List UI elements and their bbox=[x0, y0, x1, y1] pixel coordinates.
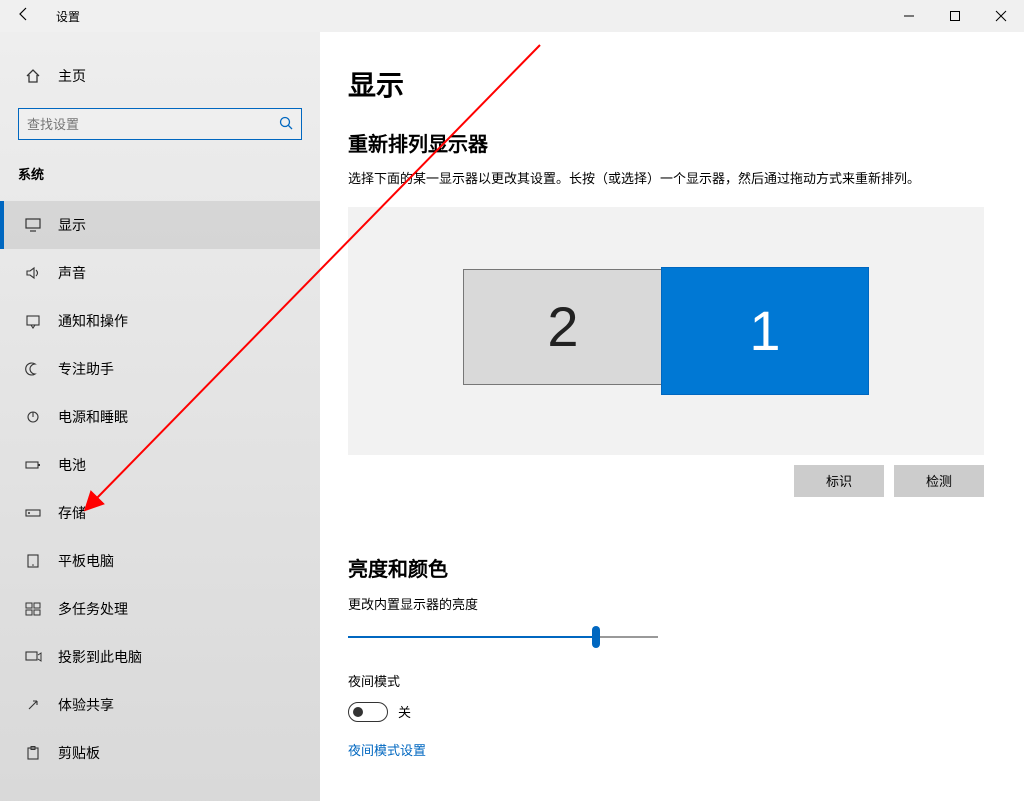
nav-item-label: 专注助手 bbox=[58, 359, 114, 379]
brightness-slider[interactable] bbox=[348, 625, 658, 649]
night-light-toggle-row: 关 bbox=[348, 702, 984, 722]
nav-item-label: 平板电脑 bbox=[58, 551, 114, 571]
search-container bbox=[18, 108, 302, 140]
tablet-icon bbox=[24, 554, 42, 568]
nav-item-sound[interactable]: 声音 bbox=[0, 249, 320, 297]
search-input[interactable] bbox=[27, 117, 279, 132]
night-light-settings-link[interactable]: 夜间模式设置 bbox=[348, 740, 426, 759]
nav-item-label: 电池 bbox=[58, 455, 86, 475]
titlebar: 设置 bbox=[0, 0, 1024, 32]
night-light-label: 夜间模式 bbox=[348, 671, 984, 690]
nav-item-notifications[interactable]: 通知和操作 bbox=[0, 297, 320, 345]
clipboard-icon bbox=[24, 746, 42, 760]
nav-list: 显示 声音 通知和操作 专注助手 电源和睡眠 电池 bbox=[0, 201, 320, 777]
display-buttons-row: 标识 检测 bbox=[348, 465, 984, 497]
search-icon bbox=[279, 116, 293, 133]
slider-thumb[interactable] bbox=[592, 626, 600, 648]
power-icon bbox=[24, 410, 42, 424]
close-button[interactable] bbox=[978, 0, 1024, 32]
sidebar-category: 系统 bbox=[0, 160, 320, 201]
share-icon bbox=[24, 698, 42, 712]
nav-item-display[interactable]: 显示 bbox=[0, 201, 320, 249]
nav-item-battery[interactable]: 电池 bbox=[0, 441, 320, 489]
page-title: 显示 bbox=[348, 64, 984, 104]
maximize-button[interactable] bbox=[932, 0, 978, 32]
monitor-1[interactable]: 1 bbox=[661, 267, 869, 395]
window-title: 设置 bbox=[48, 8, 886, 25]
night-light-toggle[interactable] bbox=[348, 702, 388, 722]
nav-item-multitasking[interactable]: 多任务处理 bbox=[0, 585, 320, 633]
content-area: 显示 重新排列显示器 选择下面的某一显示器以更改其设置。长按（或选择）一个显示器… bbox=[320, 32, 1024, 801]
nav-item-power-sleep[interactable]: 电源和睡眠 bbox=[0, 393, 320, 441]
nav-item-label: 显示 bbox=[58, 215, 86, 235]
nav-item-label: 体验共享 bbox=[58, 695, 114, 715]
identify-button[interactable]: 标识 bbox=[794, 465, 884, 497]
back-button[interactable] bbox=[0, 6, 48, 27]
multitask-icon bbox=[24, 602, 42, 616]
brightness-heading: 亮度和颜色 bbox=[348, 553, 984, 582]
project-icon bbox=[24, 650, 42, 664]
battery-icon bbox=[24, 458, 42, 472]
brightness-label: 更改内置显示器的亮度 bbox=[348, 594, 984, 613]
toggle-knob bbox=[353, 707, 363, 717]
monitor-2[interactable]: 2 bbox=[463, 269, 663, 385]
nav-item-label: 存储 bbox=[58, 503, 86, 523]
nav-item-label: 电源和睡眠 bbox=[58, 407, 128, 427]
close-icon bbox=[996, 11, 1006, 21]
nav-item-storage[interactable]: 存储 bbox=[0, 489, 320, 537]
rearrange-heading: 重新排列显示器 bbox=[348, 128, 984, 157]
minimize-icon bbox=[904, 11, 914, 21]
window-controls bbox=[886, 0, 1024, 32]
night-light-state: 关 bbox=[398, 702, 411, 721]
nav-item-tablet[interactable]: 平板电脑 bbox=[0, 537, 320, 585]
nav-item-label: 投影到此电脑 bbox=[58, 647, 142, 667]
nav-item-projecting[interactable]: 投影到此电脑 bbox=[0, 633, 320, 681]
notification-icon bbox=[24, 314, 42, 328]
nav-item-label: 通知和操作 bbox=[58, 311, 128, 331]
home-icon bbox=[24, 68, 42, 84]
monitors-group: 2 1 bbox=[463, 267, 869, 395]
home-label: 主页 bbox=[58, 66, 86, 86]
nav-item-clipboard[interactable]: 剪贴板 bbox=[0, 729, 320, 777]
nav-item-label: 剪贴板 bbox=[58, 743, 100, 763]
moon-icon bbox=[24, 362, 42, 376]
slider-fill bbox=[348, 636, 596, 638]
nav-item-label: 声音 bbox=[58, 263, 86, 283]
rearrange-description: 选择下面的某一显示器以更改其设置。长按（或选择）一个显示器，然后通过拖动方式来重… bbox=[348, 169, 984, 189]
monitor-icon bbox=[24, 218, 42, 232]
speaker-icon bbox=[24, 266, 42, 280]
sidebar: 主页 系统 显示 声音 通知和操作 bbox=[0, 32, 320, 801]
maximize-icon bbox=[950, 11, 960, 21]
display-arrange-area[interactable]: 2 1 bbox=[348, 207, 984, 455]
nav-item-shared-experiences[interactable]: 体验共享 bbox=[0, 681, 320, 729]
nav-item-label: 多任务处理 bbox=[58, 599, 128, 619]
arrow-left-icon bbox=[16, 6, 32, 22]
storage-icon bbox=[24, 506, 42, 520]
home-link[interactable]: 主页 bbox=[0, 56, 320, 96]
detect-button[interactable]: 检测 bbox=[894, 465, 984, 497]
nav-item-focus-assist[interactable]: 专注助手 bbox=[0, 345, 320, 393]
minimize-button[interactable] bbox=[886, 0, 932, 32]
search-box[interactable] bbox=[18, 108, 302, 140]
